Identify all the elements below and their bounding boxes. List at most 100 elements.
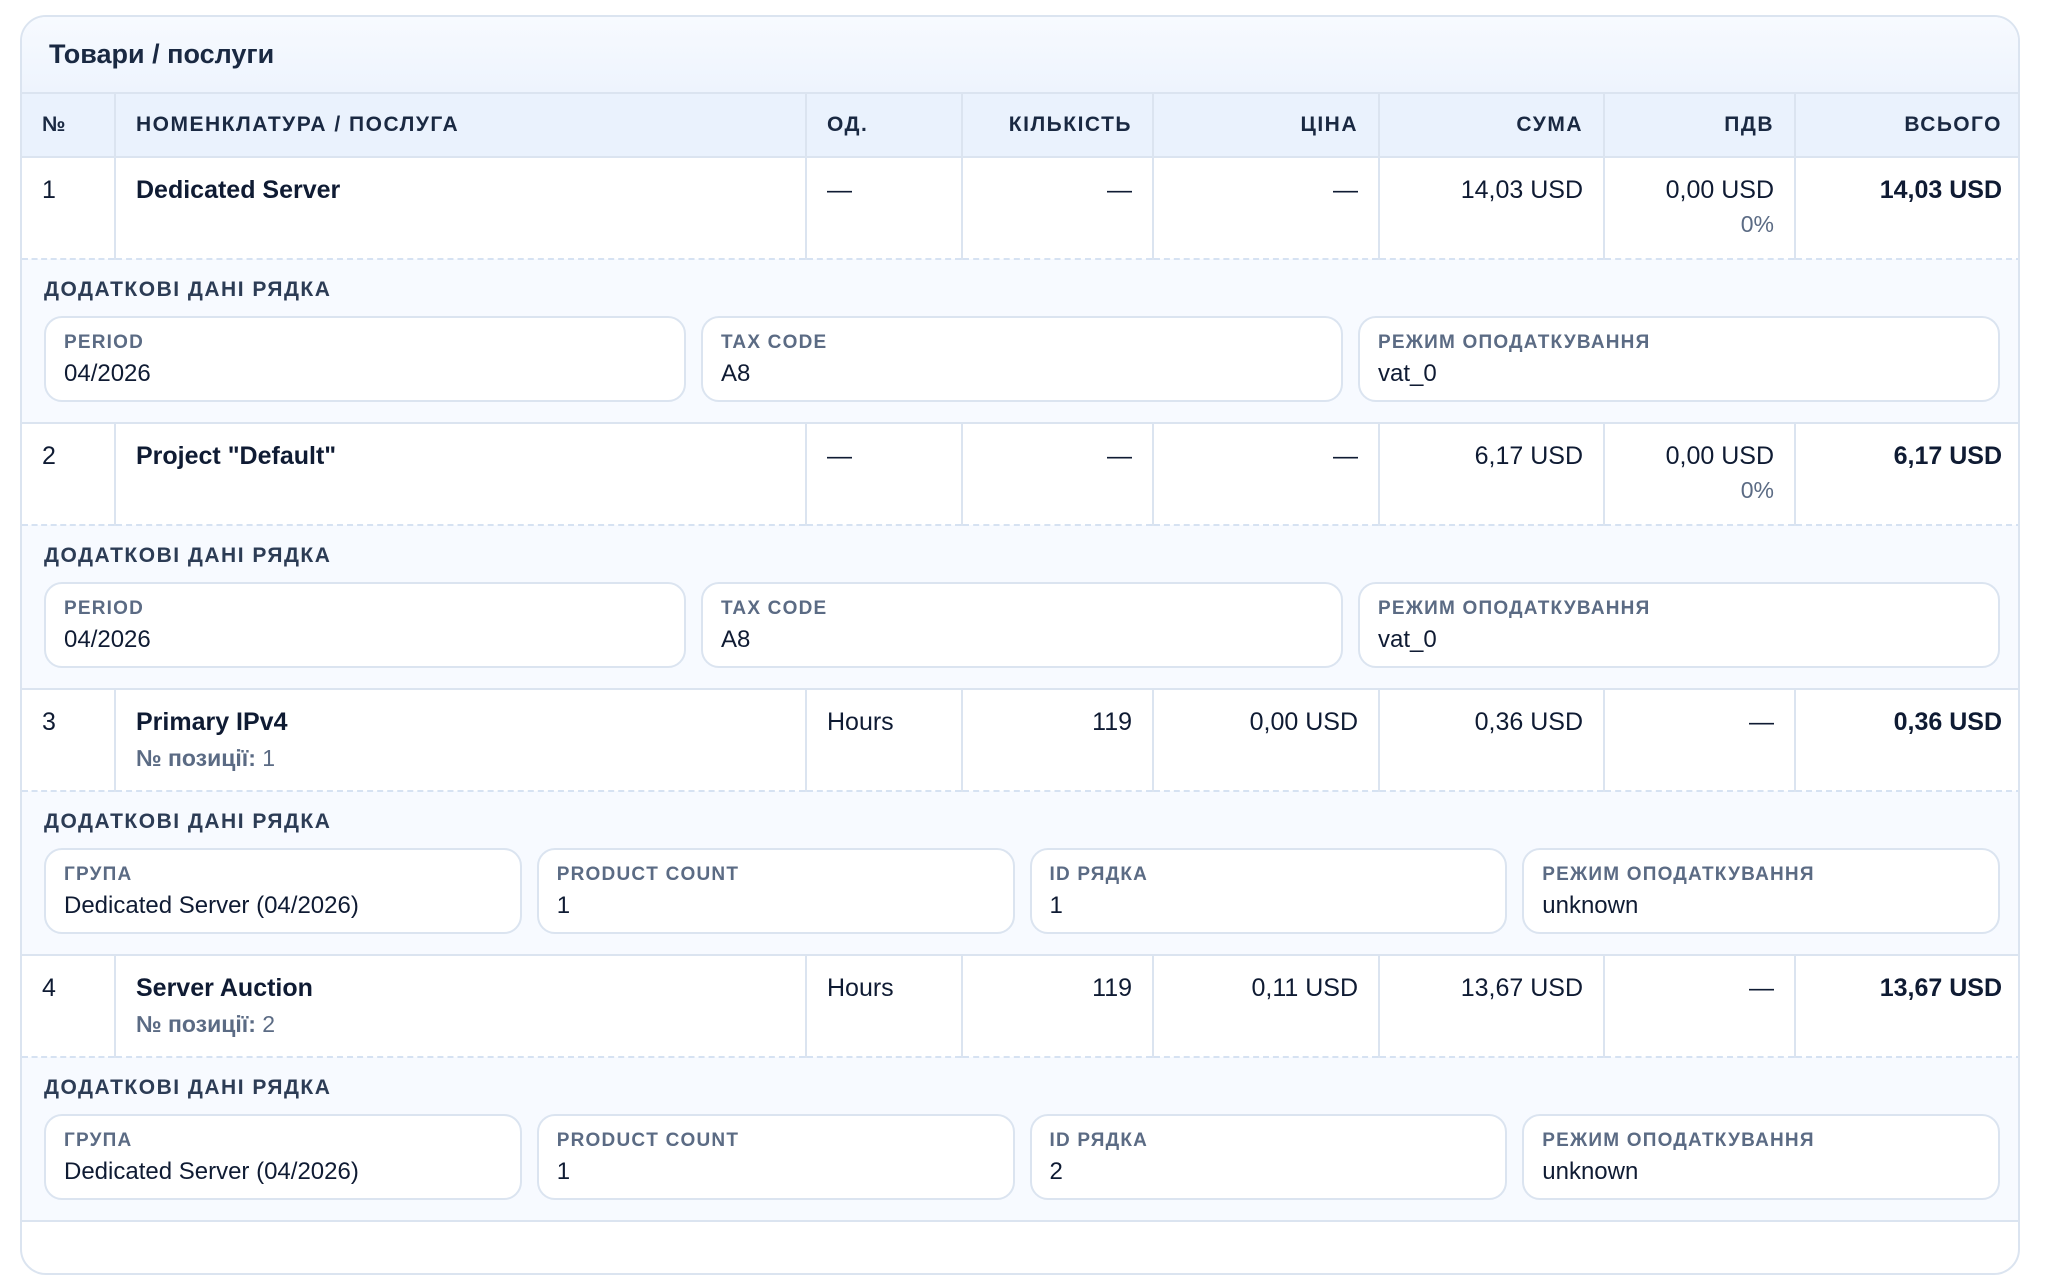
table-row: 2 Project "Default" — — —6,17 USD 0,00 USD 0% 6… xyxy=(22,423,2018,526)
row-name-cell: Primary IPv4 № позиції: 1 xyxy=(115,689,807,792)
row-vat-cell: — xyxy=(1604,689,1796,792)
row-extra-title: Додаткові дані рядка xyxy=(44,278,332,301)
row-qty: 119 xyxy=(962,955,1154,1058)
extra-field-label: Tax code xyxy=(721,332,828,353)
row-number: 1 xyxy=(22,157,116,260)
row-extra-cell: Додаткові дані рядка Група Dedicated Serve… xyxy=(22,791,2018,956)
extra-field-label: Група xyxy=(64,1130,133,1151)
row-vat-cell: 0,00 USD 0% xyxy=(1604,423,1796,526)
column-header-qty: Кількість xyxy=(962,94,1154,158)
extra-field-value: 04/2026 xyxy=(64,626,151,653)
extra-field-label: ID рядка xyxy=(1049,1130,1149,1151)
extra-field-value: 04/2026 xyxy=(64,360,151,387)
extra-field-label: Режим оподаткування xyxy=(1542,864,1815,885)
extra-field: Period 04/2026 xyxy=(44,316,686,402)
row-price: — xyxy=(1153,423,1380,526)
row-extra-cell: Додаткові дані рядка Period 04/2026 Tax cod… xyxy=(22,259,2018,424)
row-name: Server Auction xyxy=(136,974,313,1002)
extra-field-value: 1 xyxy=(556,1158,571,1185)
column-header-price: Ціна xyxy=(1153,94,1380,158)
row-position-value: 1 xyxy=(262,745,276,771)
extra-field-value: 2 xyxy=(1049,1158,1063,1185)
row-extra-fields: Група Dedicated Server (04/2026) Product c… xyxy=(44,1114,2000,1200)
row-extra-data: Додаткові дані рядка Period 04/2026 Tax cod… xyxy=(22,259,2018,424)
table-body: 1 Dedicated Server — — —14,03 USD 0,00 USD 0% 1… xyxy=(22,157,2018,1222)
row-name: Dedicated Server xyxy=(136,176,341,204)
extra-field: Product count 1 xyxy=(536,848,1015,934)
items-table: № Номенклатура / послуга Од. Кількість Ц… xyxy=(22,94,2018,1222)
row-extra-fields: Група Dedicated Server (04/2026) Product c… xyxy=(44,848,2000,934)
table-row: 3 Primary IPv4 № позиції: 1 Hours 119 0,00 US… xyxy=(22,689,2018,792)
extra-field: Tax code A8 xyxy=(701,582,1343,668)
row-extra-cell: Додаткові дані рядка Period 04/2026 Tax cod… xyxy=(22,525,2018,690)
row-total: 13,67 USD xyxy=(1795,955,2018,1058)
row-price: 0,11 USD xyxy=(1153,955,1380,1058)
extra-field-label: Режим оподаткування xyxy=(1542,1130,1815,1151)
extra-field: Product count 1 xyxy=(536,1114,1015,1200)
row-vat: — xyxy=(1749,708,1774,736)
row-extra-fields: Period 04/2026 Tax code A8 Режим оподаткуван… xyxy=(44,316,2000,402)
row-unit: — xyxy=(806,423,963,526)
section-title: Товари / послуги xyxy=(22,17,2018,94)
row-vat-cell: 0,00 USD 0% xyxy=(1604,157,1796,260)
extra-field: Група Dedicated Server (04/2026) xyxy=(44,848,522,934)
extra-field: Period 04/2026 xyxy=(44,582,686,668)
row-unit: — xyxy=(806,157,963,260)
extra-field-label: Режим оподаткування xyxy=(1378,332,1651,353)
column-header-num: № xyxy=(22,94,116,158)
extra-field-label: Product count xyxy=(556,864,740,885)
row-vat-percent: 0% xyxy=(1740,477,1774,503)
extra-field-value: Dedicated Server (04/2026) xyxy=(64,892,359,919)
row-unit: Hours xyxy=(806,689,963,792)
row-qty: 119 xyxy=(962,689,1154,792)
row-qty: — xyxy=(962,423,1154,526)
row-name: Project "Default" xyxy=(136,442,337,470)
extra-field: ID рядка 2 xyxy=(1029,1114,1508,1200)
row-vat: 0,00 USD xyxy=(1665,176,1774,204)
row-extra-data: Додаткові дані рядка Група Dedicated Serve… xyxy=(22,791,2018,956)
extra-field-label: Product count xyxy=(556,1130,740,1151)
table-header-row: № Номенклатура / послуга Од. Кількість Ц… xyxy=(22,94,2018,158)
row-extra-title: Додаткові дані рядка xyxy=(44,544,332,567)
row-extra-title: Додаткові дані рядка xyxy=(44,810,332,833)
extra-field: Режим оподаткування vat_0 xyxy=(1358,582,2000,668)
extra-field-value: unknown xyxy=(1542,1158,1639,1185)
row-unit: Hours xyxy=(806,955,963,1058)
extra-field-label: Режим оподаткування xyxy=(1378,598,1651,619)
row-position-label: № позиції: xyxy=(136,745,256,771)
extra-field-value: unknown xyxy=(1542,892,1639,919)
row-position: № позиції: 2 xyxy=(136,1011,785,1038)
extra-field-value: 1 xyxy=(1049,892,1063,919)
row-vat-percent: 0% xyxy=(1740,211,1774,237)
row-price: — xyxy=(1153,157,1380,260)
extra-field-value: A8 xyxy=(721,626,751,653)
extra-field: Tax code A8 xyxy=(701,316,1343,402)
row-vat-cell: — xyxy=(1604,955,1796,1058)
row-position-label: № позиції: xyxy=(136,1011,256,1037)
row-name-cell: Dedicated Server xyxy=(115,157,807,260)
row-name: Primary IPv4 xyxy=(136,708,288,736)
row-vat: 0,00 USD xyxy=(1665,442,1774,470)
row-name-cell: Server Auction № позиції: 2 xyxy=(115,955,807,1058)
row-number: 2 xyxy=(22,423,116,526)
row-extra-cell: Додаткові дані рядка Група Dedicated Serve… xyxy=(22,1057,2018,1222)
extra-field: Режим оподаткування unknown xyxy=(1522,848,2000,934)
extra-field-label: Period xyxy=(64,332,145,353)
extra-field-label: Period xyxy=(64,598,145,619)
row-extra-data: Додаткові дані рядка Period 04/2026 Tax cod… xyxy=(22,525,2018,690)
extra-field-value: 1 xyxy=(556,892,571,919)
items-card: Товари / послуги № Номенклатура / послуг… xyxy=(20,15,2020,1275)
extra-field: ID рядка 1 xyxy=(1029,848,1508,934)
extra-field-value: vat_0 xyxy=(1378,360,1437,387)
column-header-sum: Сума xyxy=(1379,94,1605,158)
row-vat: — xyxy=(1749,974,1774,1002)
row-total: 0,36 USD xyxy=(1795,689,2018,792)
row-position-value: 2 xyxy=(262,1011,276,1037)
row-extra-fields: Period 04/2026 Tax code A8 Режим оподаткуван… xyxy=(44,582,2000,668)
row-number: 4 xyxy=(22,955,116,1058)
table-row: 4 Server Auction № позиції: 2 Hours 119 0,11 … xyxy=(22,955,2018,1058)
row-name-cell: Project "Default" xyxy=(115,423,807,526)
row-total: 6,17 USD xyxy=(1795,423,2018,526)
row-number: 3 xyxy=(22,689,116,792)
row-total: 14,03 USD xyxy=(1795,157,2018,260)
